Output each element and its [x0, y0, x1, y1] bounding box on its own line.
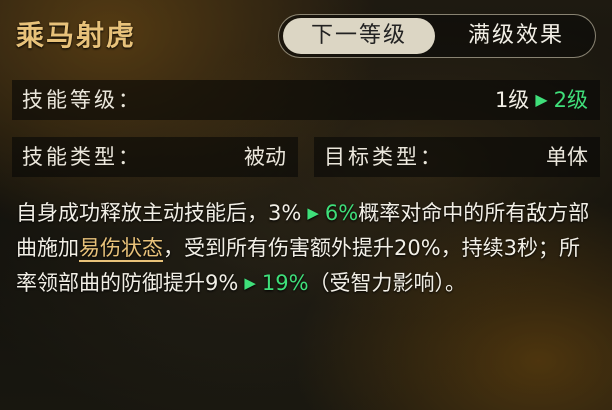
level-view-toggle: 下一等级 满级效果: [278, 14, 596, 58]
target-type-label: 目标类型：: [324, 145, 444, 169]
rate-from: 3%: [268, 201, 302, 225]
tab-next-level[interactable]: 下一等级: [283, 18, 435, 54]
skill-level-row: 技能等级： 1级 ▶ 2级: [12, 80, 600, 120]
target-type-value: 单体: [546, 145, 588, 169]
desc-part-4: （受智力影响）。: [308, 271, 467, 295]
def-to: 19%: [261, 271, 309, 295]
level-from: 1级: [494, 88, 530, 112]
right-triangle-icon: ▶: [307, 204, 319, 222]
skill-type-label: 技能类型：: [22, 145, 142, 169]
skill-tooltip-panel: 乘马射虎 下一等级 满级效果 技能等级： 1级 ▶ 2级 技能类型： 被动 目标类型…: [0, 0, 612, 410]
skill-type-row: 技能类型： 被动: [12, 137, 298, 177]
skill-level-label: 技能等级：: [22, 88, 142, 112]
rate-to: 6%: [324, 201, 359, 225]
def-from: 9%: [205, 271, 239, 295]
level-to: 2级: [553, 88, 588, 112]
desc-part-1: 自身成功释放主动技能后，: [16, 201, 268, 225]
right-triangle-icon: ▶: [535, 90, 548, 109]
skill-description: 自身成功释放主动技能后，3% ▶ 6%概率对命中的所有敌方部曲施加易伤状态，受到所有…: [16, 196, 600, 301]
tab-max-level[interactable]: 满级效果: [443, 18, 589, 54]
vulnerable-status-link[interactable]: 易伤状态: [79, 236, 163, 262]
right-triangle-icon: ▶: [244, 274, 256, 292]
target-type-row: 目标类型： 单体: [314, 137, 600, 177]
skill-level-value: 1级 ▶ 2级: [495, 80, 588, 120]
skill-name: 乘马射虎: [16, 19, 137, 52]
skill-type-value: 被动: [244, 145, 286, 169]
